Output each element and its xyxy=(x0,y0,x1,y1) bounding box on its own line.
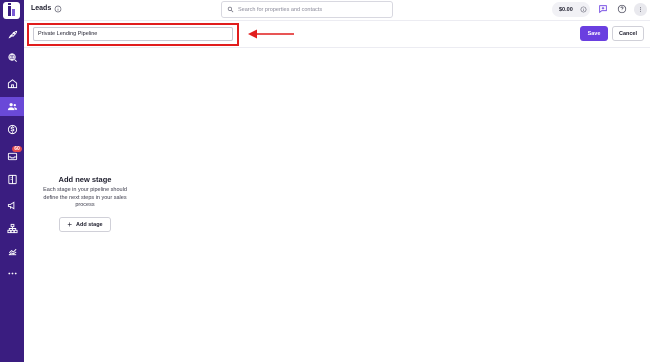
add-stage-description: Each stage in your pipeline should defin… xyxy=(43,187,127,208)
save-button[interactable]: Save xyxy=(580,26,608,41)
search-icon xyxy=(227,6,234,13)
home-icon xyxy=(7,79,17,89)
chat-add-icon xyxy=(599,5,607,14)
sidebar-item-organization[interactable] xyxy=(0,219,24,238)
sidebar-item-leads[interactable] xyxy=(0,97,24,116)
inbox-icon xyxy=(7,152,17,161)
sidebar-item-search-properties[interactable] xyxy=(0,48,24,67)
balance-info-icon xyxy=(580,6,587,13)
megaphone-icon xyxy=(7,201,14,210)
kebab-icon: ⋮ xyxy=(638,6,643,13)
chat-button[interactable] xyxy=(597,3,609,15)
org-chart-icon xyxy=(6,223,18,234)
inbox-badge: 60 xyxy=(12,146,22,152)
page-title: Leads xyxy=(31,5,52,12)
search-input[interactable] xyxy=(238,4,388,15)
users-icon xyxy=(7,103,17,111)
help-button[interactable] xyxy=(616,3,628,15)
app-logo[interactable] xyxy=(3,2,20,19)
globe-search-icon xyxy=(7,53,17,62)
add-stage-title: Add new stage xyxy=(58,175,112,184)
sidebar-item-documents[interactable] xyxy=(0,170,24,189)
sidebar: 60 xyxy=(0,0,24,362)
help-icon xyxy=(617,4,627,14)
more-icon xyxy=(7,272,17,275)
annotation-arrow-icon xyxy=(248,29,294,39)
plus-icon: + xyxy=(67,219,73,229)
document-icon xyxy=(7,174,17,185)
rocket-icon xyxy=(8,30,17,39)
pipeline-name-input[interactable] xyxy=(33,27,233,41)
balance-pill[interactable]: $0.00 xyxy=(552,2,590,17)
top-bar: Leads $0.00 ⋮ xyxy=(24,0,650,21)
sidebar-item-home[interactable] xyxy=(0,74,24,93)
add-stage-panel: Add new stage Each stage in your pipelin… xyxy=(36,175,134,210)
search-box[interactable] xyxy=(221,1,393,18)
info-icon[interactable] xyxy=(54,5,62,13)
analytics-icon xyxy=(8,248,16,256)
sidebar-item-analytics[interactable] xyxy=(0,242,24,261)
sidebar-item-more[interactable] xyxy=(0,264,24,283)
sidebar-item-rocket[interactable] xyxy=(0,25,24,44)
user-menu-button[interactable]: ⋮ xyxy=(634,3,647,16)
add-stage-button[interactable]: + Add stage xyxy=(59,217,111,232)
pipeline-header: Save Cancel xyxy=(24,22,650,48)
sidebar-item-marketing[interactable] xyxy=(0,196,24,215)
sidebar-item-billing[interactable] xyxy=(0,120,24,139)
balance-value: $0.00 xyxy=(559,6,573,13)
cancel-button[interactable]: Cancel xyxy=(612,26,644,41)
dollar-icon xyxy=(7,124,17,135)
add-stage-label: Add stage xyxy=(76,221,103,228)
